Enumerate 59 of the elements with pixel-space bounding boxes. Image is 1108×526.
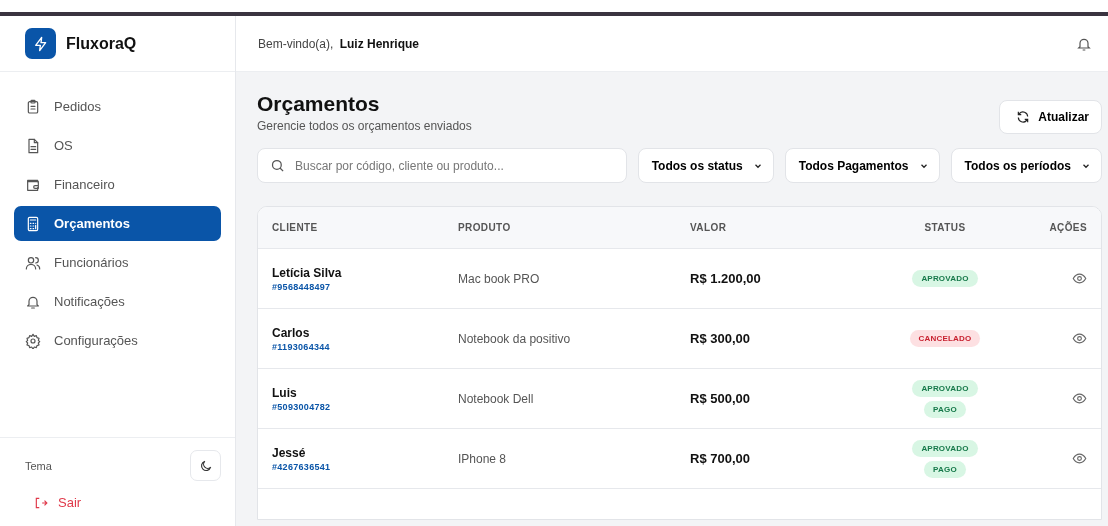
value-cell-text: R$ 700,00 — [690, 451, 751, 466]
eye-icon[interactable] — [1072, 331, 1087, 346]
column-header: PRODUTO — [458, 222, 512, 233]
logout-icon — [34, 495, 48, 510]
clipboard-icon — [25, 98, 41, 115]
filter-dropdown[interactable]: Todos os status — [637, 148, 774, 183]
sidebar-item[interactable]: Notificações — [14, 284, 221, 319]
value-cell-text: R$ 1.200,00 — [690, 271, 762, 286]
sidebar-item[interactable]: Pedidos — [14, 89, 221, 124]
document-icon — [25, 137, 41, 154]
moon-icon — [198, 458, 213, 473]
product-cell-text: Mac book PRO — [458, 271, 541, 286]
client-name: Luis — [272, 385, 298, 400]
column-header: CLIENTE — [271, 222, 319, 233]
page-subtitle: Gerencie todos os orçamentos enviados — [257, 119, 472, 133]
client-name: Jessé — [272, 445, 307, 460]
settings-icon — [25, 332, 41, 349]
column-header: STATUS — [923, 222, 967, 233]
sidebar-item[interactable]: OS — [14, 128, 221, 163]
product-cell-text: IPhone 8 — [458, 451, 508, 466]
quote-code-link[interactable]: #1193064344 — [272, 341, 458, 352]
search-field[interactable]: Buscar por código, cliente ou produto... — [257, 148, 627, 183]
refresh-button[interactable]: Atualizar — [999, 100, 1102, 134]
status-badge: PAGO — [924, 400, 966, 418]
quote-code-link[interactable]: #4267636541 — [272, 461, 458, 472]
column-header: AÇÕES — [1048, 222, 1088, 233]
client-name: Carlos — [272, 325, 311, 340]
theme-label: Tema — [25, 459, 52, 472]
client-name: Letícia Silva — [272, 265, 343, 280]
search-icon — [270, 158, 285, 173]
status-badge: APROVADO — [912, 379, 978, 397]
sidebar-item[interactable]: Configurações — [14, 323, 221, 358]
status-badge: APROVADO — [912, 439, 978, 457]
sidebar-item[interactable]: Funcionários — [14, 245, 221, 280]
theme-toggle-button[interactable] — [190, 450, 221, 481]
bolt-logo-icon — [25, 28, 56, 59]
quote-code-link[interactable]: #5093004782 — [272, 401, 458, 412]
value-cell-text: R$ 300,00 — [690, 331, 751, 346]
filter-dropdown[interactable]: Todos os períodos — [950, 148, 1102, 183]
eye-icon[interactable] — [1072, 391, 1087, 406]
page-title: Orçamentos — [257, 92, 381, 116]
eye-icon[interactable] — [1072, 271, 1087, 286]
product-cell-text: Notebook da positivo — [458, 331, 572, 346]
users-icon — [25, 254, 41, 271]
filter-dropdown[interactable]: Todos Pagamentos — [784, 148, 940, 183]
product-cell-text: Notebook Dell — [458, 391, 535, 406]
eye-icon[interactable] — [1072, 451, 1087, 466]
refresh-icon — [1016, 110, 1031, 124]
quote-code-link[interactable]: #9568448497 — [272, 281, 458, 292]
status-badge: PAGO — [924, 460, 966, 478]
app-logo-text: FluxoraQ — [66, 34, 137, 53]
calculator-icon — [25, 215, 41, 232]
greeting-text: Bem-vindo(a), Luiz Henrique — [258, 36, 420, 51]
sidebar-item[interactable]: Orçamentos — [14, 206, 221, 241]
column-header: VALOR — [690, 222, 728, 233]
value-cell-text: R$ 500,00 — [690, 391, 751, 406]
sidebar-item[interactable]: Financeiro — [14, 167, 221, 202]
status-badge: CANCELADO — [909, 330, 981, 347]
status-badge: APROVADO — [912, 270, 978, 287]
